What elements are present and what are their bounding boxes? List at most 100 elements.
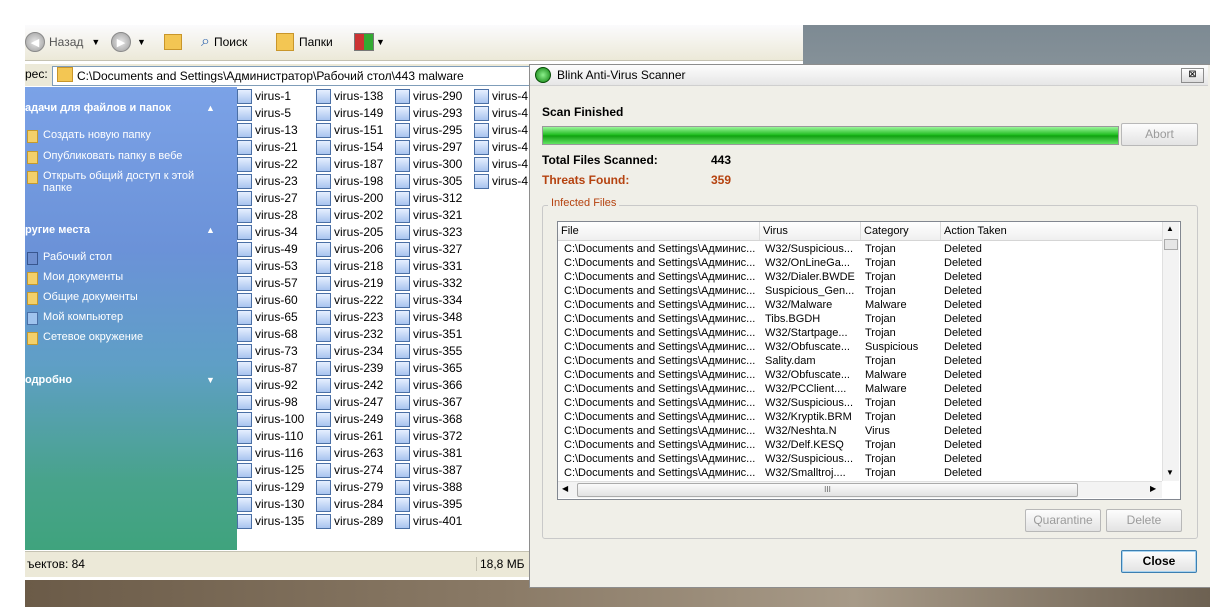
file-item[interactable]: virus-232 xyxy=(316,326,383,342)
horizontal-scroll-thumb[interactable]: III xyxy=(577,483,1078,497)
place-shared-documents[interactable]: Общие документы xyxy=(27,291,138,305)
file-item[interactable]: virus-334 xyxy=(395,292,462,308)
scroll-left-icon[interactable]: ◀ xyxy=(562,484,568,493)
file-item[interactable]: virus-4 xyxy=(474,156,528,172)
list-horizontal-scrollbar[interactable]: ◀ III ▶ xyxy=(558,481,1162,498)
list-row[interactable]: C:\Documents and Settings\Админис... W32/… xyxy=(558,270,1162,284)
file-item[interactable]: virus-206 xyxy=(316,241,383,257)
file-item[interactable]: virus-151 xyxy=(316,122,383,138)
file-item[interactable]: virus-135 xyxy=(237,513,304,529)
file-item[interactable]: virus-381 xyxy=(395,445,462,461)
collapse-places-icon[interactable]: ▲ xyxy=(206,225,215,235)
file-item[interactable]: virus-138 xyxy=(316,88,383,104)
file-item[interactable]: virus-348 xyxy=(395,309,462,325)
file-item[interactable]: virus-98 xyxy=(237,394,298,410)
column-header-virus[interactable]: Virus xyxy=(760,222,861,240)
file-item[interactable]: virus-223 xyxy=(316,309,383,325)
file-item[interactable]: virus-4 xyxy=(474,139,528,155)
list-row[interactable]: C:\Documents and Settings\Админис... W32/… xyxy=(558,340,1162,354)
list-row[interactable]: C:\Documents and Settings\Админис... W32/… xyxy=(558,396,1162,410)
delete-button[interactable]: Delete xyxy=(1106,509,1182,532)
file-item[interactable]: virus-202 xyxy=(316,207,383,223)
list-row[interactable]: C:\Documents and Settings\Админис... W32/… xyxy=(558,410,1162,424)
expand-details-icon[interactable]: ▼ xyxy=(206,375,215,385)
task-publish-folder[interactable]: Опубликовать папку в вебе xyxy=(27,150,182,164)
file-item[interactable]: virus-22 xyxy=(237,156,298,172)
file-item[interactable]: virus-4 xyxy=(474,88,528,104)
file-item[interactable]: virus-5 xyxy=(237,105,291,121)
file-item[interactable]: virus-57 xyxy=(237,275,298,291)
file-item[interactable]: virus-263 xyxy=(316,445,383,461)
file-item[interactable]: virus-388 xyxy=(395,479,462,495)
file-item[interactable]: virus-300 xyxy=(395,156,462,172)
file-item[interactable]: virus-219 xyxy=(316,275,383,291)
file-item[interactable]: virus-331 xyxy=(395,258,462,274)
file-item[interactable]: virus-234 xyxy=(316,343,383,359)
scroll-right-icon[interactable]: ▶ xyxy=(1150,484,1156,493)
file-item[interactable]: virus-355 xyxy=(395,343,462,359)
list-row[interactable]: C:\Documents and Settings\Админис... Susp… xyxy=(558,284,1162,298)
places-section-title[interactable]: ругие места xyxy=(25,224,225,236)
forward-button[interactable]: ▶ ▼ xyxy=(111,32,146,52)
place-my-documents[interactable]: Мои документы xyxy=(27,271,123,285)
file-item[interactable]: virus-49 xyxy=(237,241,298,257)
file-item[interactable]: virus-125 xyxy=(237,462,304,478)
file-item[interactable]: virus-53 xyxy=(237,258,298,274)
file-item[interactable]: virus-279 xyxy=(316,479,383,495)
collapse-tasks-icon[interactable]: ▲ xyxy=(206,103,215,113)
place-network[interactable]: Сетевое окружение xyxy=(27,331,143,345)
file-item[interactable]: virus-200 xyxy=(316,190,383,206)
list-row[interactable]: C:\Documents and Settings\Админис... W32/… xyxy=(558,466,1162,480)
close-icon[interactable]: ⊠ xyxy=(1181,68,1204,83)
file-item[interactable]: virus-368 xyxy=(395,411,462,427)
file-item[interactable]: virus-34 xyxy=(237,224,298,240)
file-item[interactable]: virus-295 xyxy=(395,122,462,138)
column-header-action[interactable]: Action Taken xyxy=(941,222,1162,240)
list-row[interactable]: C:\Documents and Settings\Админис... W32/… xyxy=(558,452,1162,466)
file-item[interactable]: virus-4 xyxy=(474,105,528,121)
file-item[interactable]: virus-327 xyxy=(395,241,462,257)
file-item[interactable]: virus-222 xyxy=(316,292,383,308)
file-item[interactable]: virus-27 xyxy=(237,190,298,206)
file-item[interactable]: virus-198 xyxy=(316,173,383,189)
file-item[interactable]: virus-129 xyxy=(237,479,304,495)
file-item[interactable]: virus-387 xyxy=(395,462,462,478)
back-button[interactable]: ◀ Назад ▼ xyxy=(25,32,100,52)
file-item[interactable]: virus-87 xyxy=(237,360,298,376)
file-item[interactable]: virus-247 xyxy=(316,394,383,410)
file-item[interactable]: virus-297 xyxy=(395,139,462,155)
quarantine-button[interactable]: Quarantine xyxy=(1025,509,1101,532)
task-share-folder[interactable]: Открыть общий доступ к этой папке xyxy=(27,170,202,194)
file-item[interactable]: virus-242 xyxy=(316,377,383,393)
file-item[interactable]: virus-149 xyxy=(316,105,383,121)
file-item[interactable]: virus-73 xyxy=(237,343,298,359)
file-item[interactable]: virus-261 xyxy=(316,428,383,444)
file-item[interactable]: virus-312 xyxy=(395,190,462,206)
file-item[interactable]: virus-290 xyxy=(395,88,462,104)
views-button[interactable]: ▼ xyxy=(354,32,385,52)
file-item[interactable]: virus-249 xyxy=(316,411,383,427)
file-item[interactable]: virus-274 xyxy=(316,462,383,478)
file-item[interactable]: virus-68 xyxy=(237,326,298,342)
file-item[interactable]: virus-365 xyxy=(395,360,462,376)
dialog-titlebar[interactable]: Blink Anti-Virus Scanner xyxy=(530,65,1208,86)
file-item[interactable]: virus-130 xyxy=(237,496,304,512)
list-row[interactable]: C:\Documents and Settings\Админис... W32/… xyxy=(558,326,1162,340)
file-item[interactable]: virus-367 xyxy=(395,394,462,410)
file-item[interactable]: virus-293 xyxy=(395,105,462,121)
list-row[interactable]: C:\Documents and Settings\Админис... W32/… xyxy=(558,438,1162,452)
search-button[interactable]: ⌕ Поиск xyxy=(201,32,247,52)
list-vertical-scrollbar[interactable]: ▲ ▼ xyxy=(1162,222,1179,481)
scroll-up-icon[interactable]: ▲ xyxy=(1166,224,1174,233)
column-header-file[interactable]: File xyxy=(558,222,760,240)
details-section-title[interactable]: одробно xyxy=(25,374,225,386)
place-desktop[interactable]: Рабочий стол xyxy=(27,251,112,265)
tasks-section-title[interactable]: адачи для файлов и папок xyxy=(25,102,225,114)
file-item[interactable]: virus-110 xyxy=(237,428,303,444)
views-dropdown-icon[interactable]: ▼ xyxy=(376,37,385,47)
file-item[interactable]: virus-239 xyxy=(316,360,383,376)
vertical-scroll-thumb[interactable] xyxy=(1164,239,1178,250)
file-item[interactable]: virus-205 xyxy=(316,224,383,240)
file-item[interactable]: virus-401 xyxy=(395,513,462,529)
up-folder-button[interactable] xyxy=(164,32,182,52)
